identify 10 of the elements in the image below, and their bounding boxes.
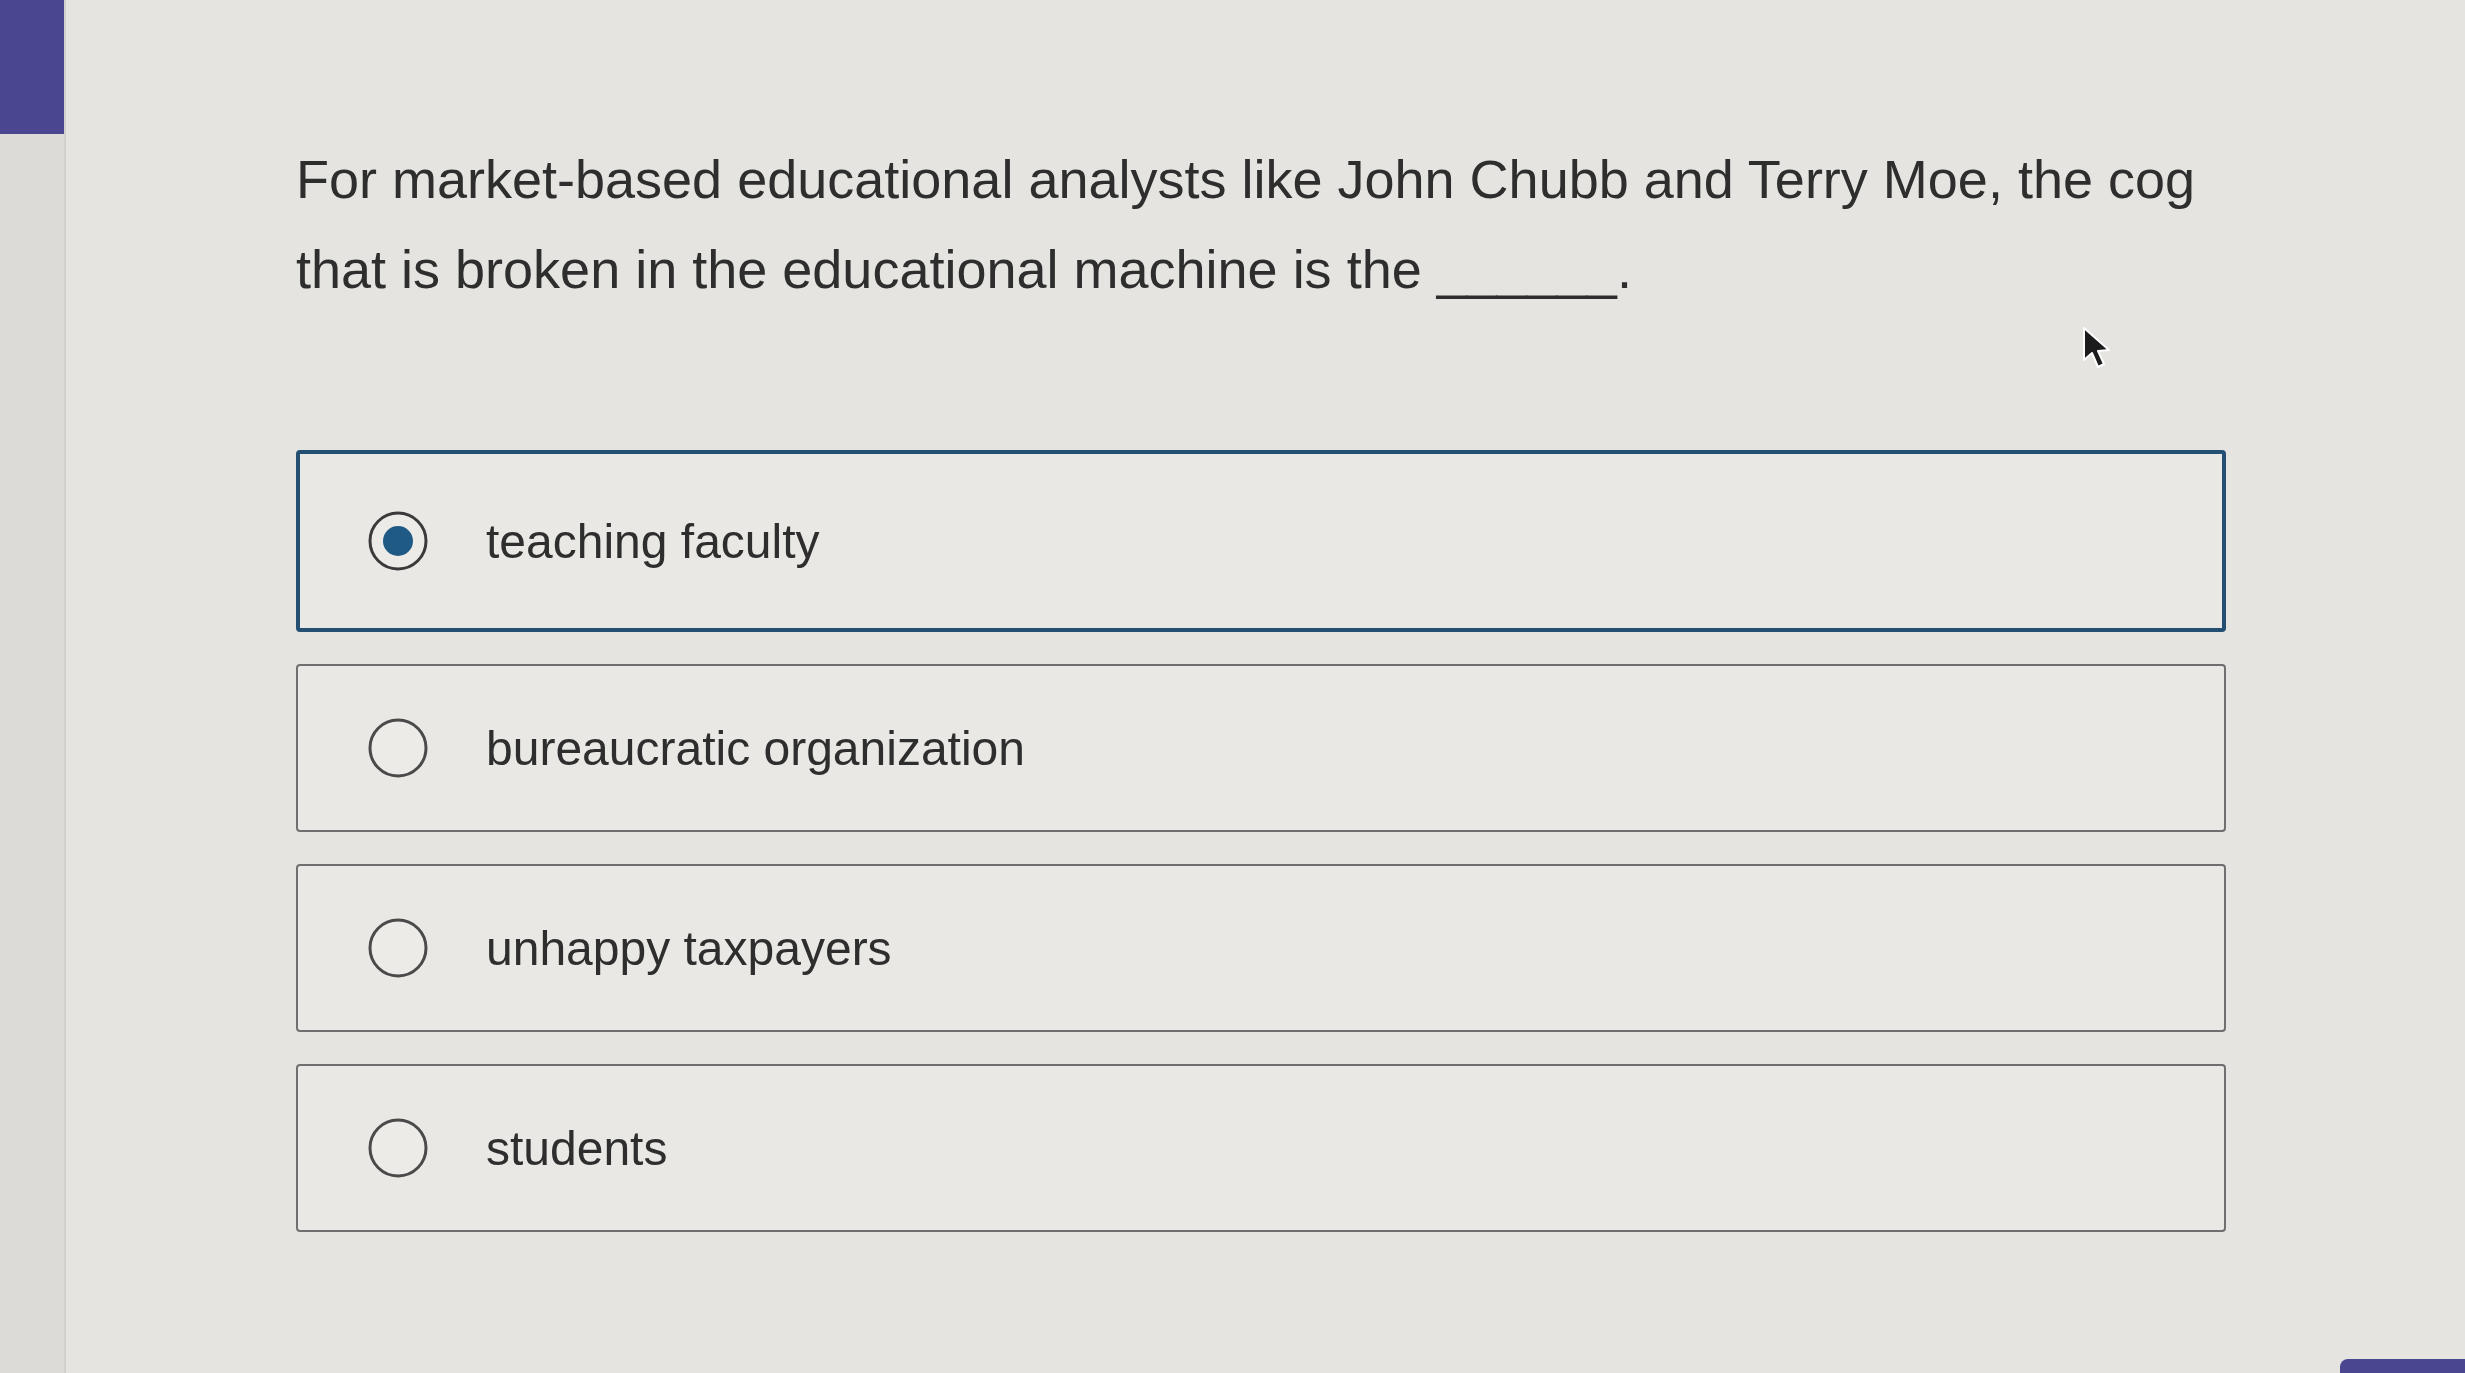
radio-button[interactable] bbox=[368, 918, 428, 978]
radio-button[interactable] bbox=[368, 718, 428, 778]
radio-button[interactable] bbox=[368, 511, 428, 571]
radio-button[interactable] bbox=[368, 1118, 428, 1178]
answer-option[interactable]: bureaucratic organization bbox=[296, 664, 2226, 832]
question-text: For market-based educational analysts like John Chubb and Terry Moe, the cog that is broken in the educational machine is the ______. bbox=[296, 148, 2197, 301]
cursor-icon bbox=[2082, 326, 2112, 370]
answer-option[interactable]: unhappy taxpayers bbox=[296, 864, 2226, 1032]
answer-option[interactable]: teaching faculty bbox=[296, 450, 2226, 632]
answer-option[interactable]: students bbox=[296, 1064, 2226, 1232]
